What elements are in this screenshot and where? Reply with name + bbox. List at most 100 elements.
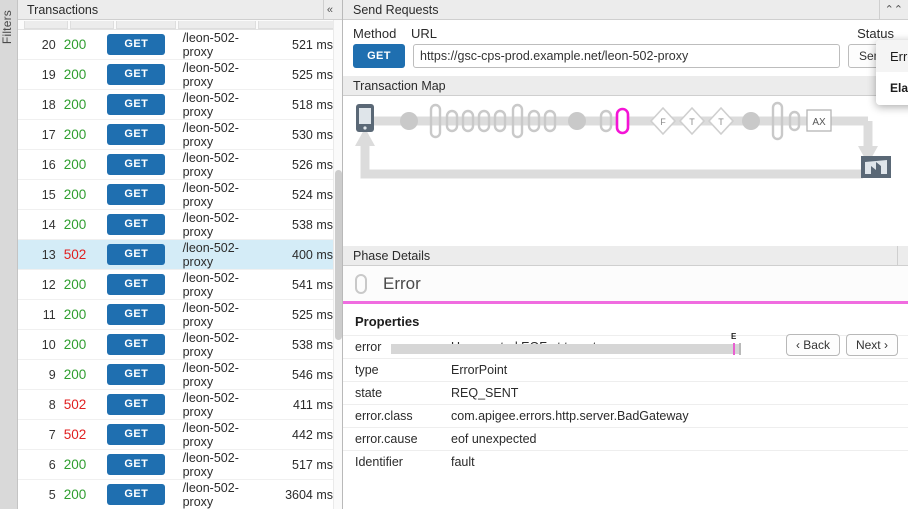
row-method-cell: GET xyxy=(107,484,182,505)
row-path: /leon-502-proxy xyxy=(183,301,269,329)
row-path: /leon-502-proxy xyxy=(183,271,269,299)
row-method-button[interactable]: GET xyxy=(107,214,165,235)
row-duration: 517 ms xyxy=(269,458,342,472)
map-node-error-selected xyxy=(617,109,628,133)
table-row[interactable]: 10200GET/leon-502-proxy538 ms xyxy=(18,330,342,360)
row-duration: 538 ms xyxy=(269,338,342,352)
filters-label[interactable]: Filters xyxy=(0,8,18,46)
transactions-scrollbar-thumb[interactable] xyxy=(335,170,342,340)
row-method-button[interactable]: GET xyxy=(107,364,165,385)
timeline-marker-error[interactable] xyxy=(733,343,735,355)
timeline-scrubber[interactable]: E xyxy=(391,344,741,354)
row-method-cell: GET xyxy=(107,394,182,415)
row-duration: 526 ms xyxy=(269,158,342,172)
timeline-marker-end[interactable] xyxy=(739,343,741,355)
column-handle-duration[interactable] xyxy=(258,21,338,29)
row-status-code: 200 xyxy=(62,307,108,322)
row-method-button[interactable]: GET xyxy=(107,274,165,295)
column-handle-path[interactable] xyxy=(178,21,256,29)
row-method-button[interactable]: GET xyxy=(107,34,165,55)
row-index: 17 xyxy=(22,128,62,142)
table-row[interactable]: 11200GET/leon-502-proxy525 ms xyxy=(18,300,342,330)
table-row[interactable]: 7502GET/leon-502-proxy442 ms xyxy=(18,420,342,450)
row-method-cell: GET xyxy=(107,454,182,475)
transactions-panel: Transactions « 20200GET/leon-502-proxy52… xyxy=(18,0,343,509)
row-method-button[interactable]: GET xyxy=(107,94,165,115)
row-status-code: 502 xyxy=(62,397,108,412)
row-method-button[interactable]: GET xyxy=(107,484,165,505)
row-status-code: 200 xyxy=(62,67,108,82)
row-method-button[interactable]: GET xyxy=(107,154,165,175)
table-row[interactable]: 15200GET/leon-502-proxy524 ms xyxy=(18,180,342,210)
send-requests-body: Method URL Status GET Send xyxy=(343,20,908,76)
row-method-button[interactable]: GET xyxy=(107,64,165,85)
table-row[interactable]: 6200GET/leon-502-proxy517 ms xyxy=(18,450,342,480)
row-method-button[interactable]: GET xyxy=(107,454,165,475)
phase-details-header: Phase Details xyxy=(343,246,908,266)
property-value: com.apigee.errors.http.server.BadGateway xyxy=(439,405,908,428)
row-status-code: 200 xyxy=(62,37,108,52)
row-method-button[interactable]: GET xyxy=(107,124,165,145)
table-row[interactable]: 18200GET/leon-502-proxy518 ms xyxy=(18,90,342,120)
transactions-list[interactable]: 20200GET/leon-502-proxy521 ms19200GET/le… xyxy=(18,30,342,509)
method-select[interactable]: GET xyxy=(353,44,405,68)
row-duration: 525 ms xyxy=(269,308,342,322)
table-row[interactable]: 13502GET/leon-502-proxy400 ms xyxy=(18,240,342,270)
svg-text:AX: AX xyxy=(812,117,826,128)
phase-details-chevron-icon[interactable] xyxy=(897,246,908,266)
column-handle-status[interactable] xyxy=(70,21,114,29)
property-row: error.causeeof unexpected xyxy=(343,428,908,451)
row-status-code: 200 xyxy=(62,157,108,172)
row-method-cell: GET xyxy=(107,94,182,115)
transaction-map-svg[interactable]: F T T AX xyxy=(343,96,906,246)
url-input[interactable] xyxy=(413,44,840,68)
transaction-map-title: Transaction Map xyxy=(353,79,446,93)
table-row[interactable]: 20200GET/leon-502-proxy521 ms xyxy=(18,30,342,60)
property-row: stateREQ_SENT xyxy=(343,382,908,405)
row-method-cell: GET xyxy=(107,334,182,355)
row-path: /leon-502-proxy xyxy=(183,181,269,209)
client-device-icon xyxy=(356,104,374,132)
chevron-double-left-icon[interactable]: « xyxy=(323,0,336,20)
next-button[interactable]: Next › xyxy=(846,334,898,356)
table-row[interactable]: 16200GET/leon-502-proxy526 ms xyxy=(18,150,342,180)
svg-text:T: T xyxy=(689,117,695,127)
table-row[interactable]: 8502GET/leon-502-proxy411 ms xyxy=(18,390,342,420)
timeline-marker-label: E xyxy=(731,332,736,341)
row-method-cell: GET xyxy=(107,244,182,265)
transaction-map-canvas[interactable]: F T T AX E ‹ Back Next › xyxy=(343,96,908,246)
column-handle-index[interactable] xyxy=(24,21,68,29)
row-status-code: 200 xyxy=(62,367,108,382)
table-row[interactable]: 12200GET/leon-502-proxy541 ms xyxy=(18,270,342,300)
table-row[interactable]: 19200GET/leon-502-proxy525 ms xyxy=(18,60,342,90)
row-method-button[interactable]: GET xyxy=(107,244,165,265)
row-method-cell: GET xyxy=(107,304,182,325)
property-value: ErrorPoint xyxy=(439,359,908,382)
filters-rail[interactable]: Filters xyxy=(0,0,18,509)
row-status-code: 200 xyxy=(62,277,108,292)
row-duration: 538 ms xyxy=(269,218,342,232)
row-method-button[interactable]: GET xyxy=(107,424,165,445)
row-method-button[interactable]: GET xyxy=(107,184,165,205)
row-duration: 521 ms xyxy=(269,38,342,52)
column-handle-verb[interactable] xyxy=(116,21,176,29)
row-index: 16 xyxy=(22,158,62,172)
table-row[interactable]: 17200GET/leon-502-proxy530 ms xyxy=(18,120,342,150)
row-index: 5 xyxy=(22,488,62,502)
row-status-code: 200 xyxy=(62,127,108,142)
table-row[interactable]: 5200GET/leon-502-proxy3604 ms xyxy=(18,480,342,509)
row-status-code: 502 xyxy=(62,247,108,262)
trace-tool-window: Filters Transactions « 20200GET/leon-502… xyxy=(0,0,908,509)
row-method-button[interactable]: GET xyxy=(107,304,165,325)
back-button[interactable]: ‹ Back xyxy=(786,334,840,356)
column-resize-strip[interactable] xyxy=(18,20,342,30)
row-index: 13 xyxy=(22,248,62,262)
row-status-code: 502 xyxy=(62,427,108,442)
transactions-scrollbar[interactable] xyxy=(333,20,342,509)
row-method-button[interactable]: GET xyxy=(107,334,165,355)
table-row[interactable]: 9200GET/leon-502-proxy546 ms xyxy=(18,360,342,390)
row-method-button[interactable]: GET xyxy=(107,394,165,415)
table-row[interactable]: 14200GET/leon-502-proxy538 ms xyxy=(18,210,342,240)
chevron-double-up-icon[interactable]: ⌃⌃ xyxy=(879,0,908,20)
row-method-cell: GET xyxy=(107,364,182,385)
